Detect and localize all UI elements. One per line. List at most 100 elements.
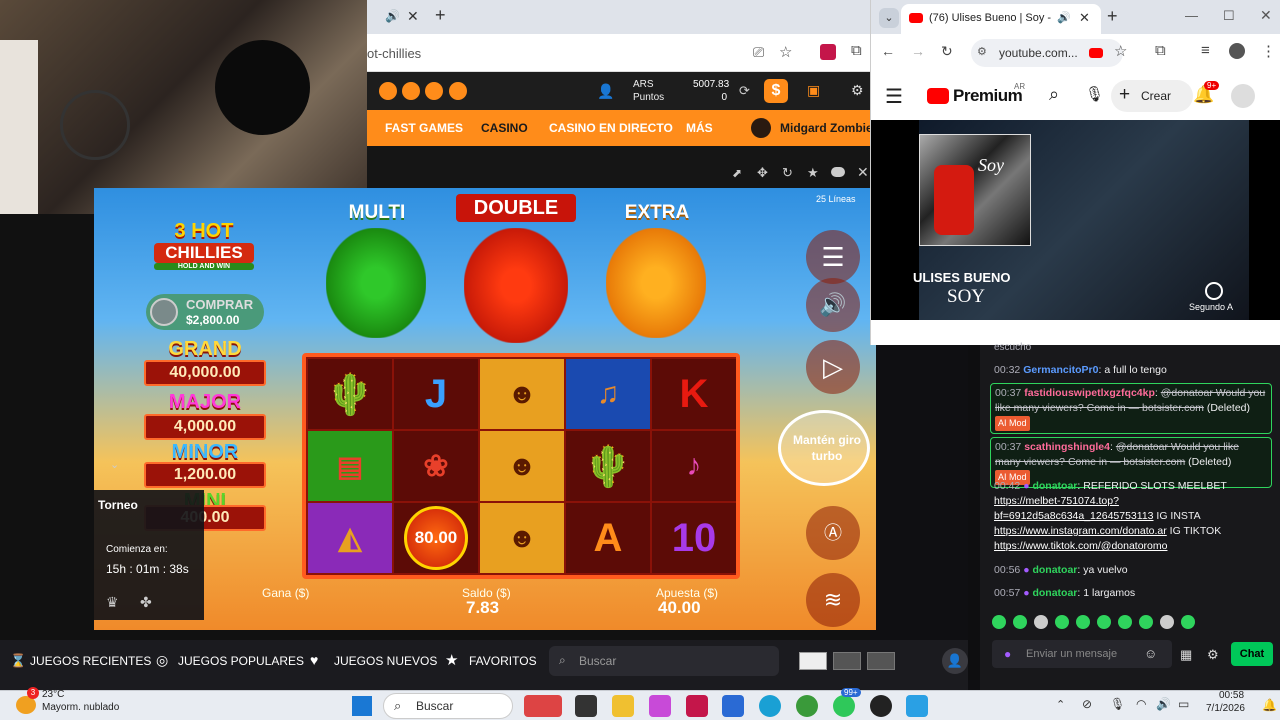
facebook-icon[interactable] — [449, 82, 467, 100]
media-control-icon[interactable]: ≡ — [1201, 42, 1210, 59]
popular-games-link[interactable]: JUEGOS POPULARES — [178, 654, 304, 668]
profile-avatar-icon[interactable] — [1229, 43, 1245, 59]
nav-fast-games[interactable]: FAST GAMES — [385, 121, 463, 135]
taskbar-search[interactable]: ⌕ Buscar — [383, 693, 513, 719]
bookmark-star-icon[interactable]: ☆ — [779, 43, 792, 61]
reload-icon[interactable]: ↻ — [941, 43, 953, 60]
mcafee-icon[interactable] — [686, 695, 708, 717]
extensions-puzzle-icon[interactable]: ⧉ — [851, 42, 862, 59]
pinned-app-icon[interactable] — [870, 695, 892, 717]
buy-feature-button[interactable]: COMPRAR $2,800.00 — [146, 294, 264, 330]
chat-username[interactable]: scathingshingle4 — [1024, 441, 1110, 453]
tab-search-icon[interactable]: ⌄ — [879, 8, 899, 28]
outlook-icon[interactable] — [722, 695, 744, 717]
play-icon[interactable]: ▷ — [806, 340, 860, 394]
autoplay-icon[interactable]: Ⓐ — [806, 506, 860, 560]
nav-live-casino[interactable]: CASINO EN DIRECTO — [549, 121, 673, 135]
reload-game-icon[interactable]: ↻ — [782, 165, 793, 181]
emote-icon[interactable] — [1097, 615, 1111, 629]
close-window-icon[interactable]: ✕ — [1260, 7, 1272, 24]
windows-start-icon[interactable] — [352, 696, 372, 716]
task-view-icon[interactable] — [575, 695, 597, 717]
x-icon[interactable] — [402, 82, 420, 100]
emote-icon[interactable] — [1076, 615, 1090, 629]
chat-gift-icon[interactable]: ▦ — [1180, 647, 1192, 663]
clock-time[interactable]: 00:58 — [1219, 690, 1244, 701]
chat-link[interactable]: https://www.tiktok.com/@donatoromo — [994, 540, 1167, 552]
back-arrow-icon[interactable]: ← — [881, 43, 895, 59]
youtube-logo-icon[interactable] — [927, 88, 949, 104]
chat-username[interactable]: fastidiouswipetlxgzfqc4kp — [1024, 387, 1155, 399]
instagram-icon[interactable] — [425, 82, 443, 100]
favorites-link[interactable]: FAVORITOS — [469, 654, 537, 668]
recent-games-link[interactable]: JUEGOS RECIENTES — [30, 654, 151, 668]
refresh-balance-icon[interactable]: ⟳ — [739, 83, 750, 99]
emote-icon[interactable] — [1034, 615, 1048, 629]
emote-icon[interactable] — [1055, 615, 1069, 629]
file-explorer-icon[interactable] — [612, 695, 634, 717]
battery-icon[interactable]: ▭ — [1178, 697, 1189, 711]
copilot-icon[interactable] — [649, 695, 671, 717]
emote-icon[interactable] — [1013, 615, 1027, 629]
move-icon[interactable]: ✥ — [757, 165, 768, 181]
minimize-icon[interactable]: — — [1185, 8, 1198, 23]
chat-username[interactable]: donatoar — [1032, 480, 1077, 492]
emote-icon[interactable] — [1181, 615, 1195, 629]
nav-casino[interactable]: CASINO — [481, 121, 528, 135]
tray-mic-icon[interactable]: 🎙 — [1110, 697, 1125, 711]
emote-icon[interactable] — [992, 615, 1006, 629]
slot-game-canvas[interactable]: 25 Líneas 3 HOT CHILLIES HOLD AND WIN CO… — [94, 188, 876, 630]
extensions-puzzle-icon[interactable]: ⧉ — [1155, 42, 1166, 59]
favorite-game-icon[interactable]: ★ — [807, 165, 819, 181]
emoji-icon[interactable]: ☺ — [1144, 646, 1157, 661]
settings-gear-icon[interactable]: ⚙ — [851, 82, 864, 99]
tab-close-icon[interactable]: ✕ — [1079, 10, 1090, 26]
weather-desc[interactable]: Mayorm. nublado — [42, 702, 119, 713]
youtube-search-icon[interactable]: ⌕ — [1049, 84, 1059, 105]
chip-icon[interactable]: ✤ — [140, 594, 152, 611]
left-url-text[interactable]: ot-chillies — [367, 46, 421, 61]
chat-username[interactable]: donatoar — [1032, 564, 1077, 576]
new-games-link[interactable]: JUEGOS NUEVOS — [334, 654, 437, 668]
promo-badge-icon[interactable]: ▣ — [807, 82, 820, 99]
collapse-chevron-icon[interactable]: ⌄ — [110, 458, 119, 471]
deposit-dollar-icon[interactable]: $ — [764, 79, 788, 103]
bet-stack-icon[interactable]: ≋ — [806, 573, 860, 627]
maximize-icon[interactable]: ☐ — [1223, 8, 1235, 24]
emote-icon[interactable] — [1118, 615, 1132, 629]
edge-icon[interactable] — [759, 695, 781, 717]
layout-quad-icon[interactable] — [867, 652, 895, 670]
layout-single-icon[interactable] — [799, 652, 827, 670]
popout-icon[interactable]: ⬈ — [732, 166, 742, 180]
youtube-tab[interactable]: (76) Ulises Bueno | Soy - Yo 🔊 ✕ — [901, 4, 1101, 34]
spin-button[interactable]: Mantén giro turbo — [778, 410, 870, 486]
tab-audio-icon[interactable]: 🔊 — [385, 9, 400, 23]
create-button[interactable]: + Crear — [1111, 80, 1193, 112]
game-search-input[interactable]: ⌕ Buscar — [549, 646, 779, 676]
wifi-icon[interactable]: ◠ — [1136, 697, 1146, 711]
chat-scrollbar[interactable] — [968, 345, 980, 680]
tournament-widget[interactable]: ⌄ Torneo Comienza en: 15h : 01m : 38s ♛ … — [94, 459, 204, 620]
extension-shield-icon[interactable] — [820, 44, 836, 60]
new-tab-icon[interactable]: + — [435, 5, 446, 26]
close-game-icon[interactable]: ✕ — [857, 164, 869, 181]
tab-audio-icon[interactable]: 🔊 — [1057, 11, 1071, 24]
bookmark-star-icon[interactable]: ☆ — [1114, 42, 1127, 60]
toggle-icon[interactable] — [831, 167, 845, 177]
browser-menu-icon[interactable]: ⋮ — [1261, 42, 1276, 60]
notification-center-icon[interactable]: 🔔 — [1262, 698, 1277, 712]
microphone-icon[interactable]: 🎙 — [1085, 85, 1104, 103]
left-address-bar[interactable]: ot-chillies ⎚ ☆ ⧉ — [367, 34, 870, 72]
channel-avatar[interactable] — [1231, 84, 1255, 108]
promo-midgard-zombies[interactable]: Midgard Zombies — [780, 121, 879, 135]
trophy-icon[interactable]: ♛ — [106, 594, 119, 611]
sound-icon[interactable]: 🔊 — [806, 278, 860, 332]
youtube-ext-icon[interactable] — [1089, 48, 1103, 58]
chat-username[interactable]: GermancitoPr0 — [1023, 364, 1098, 376]
user-account-icon[interactable]: 👤 — [597, 83, 614, 100]
chrome-icon[interactable] — [796, 695, 818, 717]
chat-link[interactable]: https://melbet-751074.top? — [994, 495, 1119, 507]
forward-arrow-icon[interactable]: → — [911, 43, 925, 59]
hamburger-menu-icon[interactable]: ☰ — [885, 84, 903, 109]
youtube-video-player[interactable]: Soy ULISES BUENO SOY Segundo A — [871, 120, 1280, 320]
